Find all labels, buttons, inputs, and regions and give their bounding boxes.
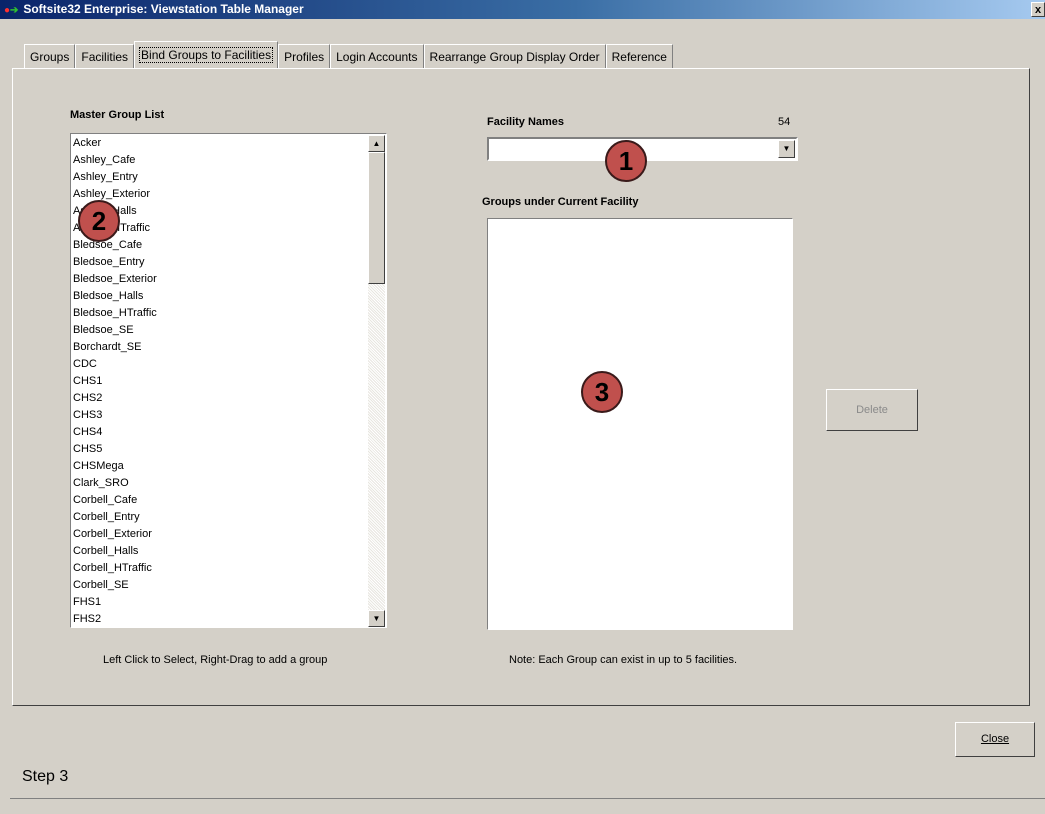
list-item[interactable]: FHS1 xyxy=(73,594,368,611)
master-group-items: Acker Ashley_Cafe Ashley_Entry Ashley_Exter… xyxy=(73,135,368,627)
facility-count: 54 xyxy=(778,116,791,128)
tab-groups[interactable]: Groups xyxy=(24,44,76,68)
scroll-down-button[interactable]: ▼ xyxy=(368,610,385,627)
tab-strip: Groups Facilities Bind Groups to Facilit… xyxy=(24,41,673,68)
title-bar: ●➔ Softsite32 Enterprise: Viewstation Ta… xyxy=(0,0,1045,19)
master-list-scrollbar[interactable]: ▲ ▼ xyxy=(368,135,385,627)
list-item[interactable]: CHS4 xyxy=(73,424,368,441)
close-button-label: Close xyxy=(980,733,1010,745)
scroll-up-button[interactable]: ▲ xyxy=(368,135,385,152)
tab-login-accounts[interactable]: Login Accounts xyxy=(330,44,424,68)
list-item[interactable]: CHSMega xyxy=(73,458,368,475)
master-group-listbox[interactable]: Acker Ashley_Cafe Ashley_Entry Ashley_Exter… xyxy=(70,133,387,628)
list-item[interactable]: Bledsoe_Exterior xyxy=(73,271,368,288)
list-item[interactable]: Bledsoe_HTraffic xyxy=(73,305,368,322)
tab-bind-groups-to-facilities[interactable]: Bind Groups to Facilities xyxy=(134,41,279,68)
master-group-list-label: Master Group List xyxy=(70,109,165,121)
callout-badge-1: 1 xyxy=(605,140,647,182)
delete-button[interactable]: Delete xyxy=(826,389,918,431)
list-item[interactable]: CHS2 xyxy=(73,390,368,407)
list-item[interactable]: Corbell_SE xyxy=(73,577,368,594)
list-item[interactable]: CHS3 xyxy=(73,407,368,424)
app-icon: ●➔ xyxy=(4,5,19,16)
list-item[interactable]: Ashley_Entry xyxy=(73,169,368,186)
list-item[interactable]: Ashley_Exterior xyxy=(73,186,368,203)
list-item[interactable]: CHS5 xyxy=(73,441,368,458)
list-item[interactable]: Bledsoe_SE xyxy=(73,322,368,339)
master-list-hint: Left Click to Select, Right-Drag to add … xyxy=(103,654,328,666)
list-item[interactable]: Corbell_Cafe xyxy=(73,492,368,509)
scroll-thumb[interactable] xyxy=(368,152,385,284)
groups-under-facility-listbox[interactable] xyxy=(487,218,793,630)
list-item[interactable]: Bledsoe_Entry xyxy=(73,254,368,271)
list-item[interactable]: Borchardt_SE xyxy=(73,339,368,356)
tab-reference[interactable]: Reference xyxy=(605,44,673,68)
chevron-down-icon[interactable]: ▼ xyxy=(778,140,795,158)
tab-profiles[interactable]: Profiles xyxy=(278,44,331,68)
list-item[interactable]: Acker xyxy=(73,135,368,152)
list-item[interactable]: Clark_SRO xyxy=(73,475,368,492)
list-item[interactable]: CHS1 xyxy=(73,373,368,390)
status-bar xyxy=(10,798,1045,814)
close-button[interactable]: Close xyxy=(955,722,1035,757)
list-item[interactable]: Corbell_HTraffic xyxy=(73,560,368,577)
step-label: Step 3 xyxy=(22,768,69,785)
callout-badge-2: 2 xyxy=(78,200,120,242)
groups-note: Note: Each Group can exist in up to 5 fa… xyxy=(509,654,738,666)
groups-under-facility-label: Groups under Current Facility xyxy=(482,196,639,208)
list-item[interactable]: Corbell_Entry xyxy=(73,509,368,526)
list-item[interactable]: Ashley_Cafe xyxy=(73,152,368,169)
window-title: Softsite32 Enterprise: Viewstation Table… xyxy=(23,2,304,16)
callout-badge-3: 3 xyxy=(581,371,623,413)
list-item[interactable]: Bledsoe_Cafe xyxy=(73,237,368,254)
close-window-button[interactable]: x xyxy=(1031,2,1045,17)
facility-names-label: Facility Names xyxy=(487,116,565,128)
list-item[interactable]: Bledsoe_Halls xyxy=(73,288,368,305)
tab-facilities[interactable]: Facilities xyxy=(75,44,135,68)
list-item[interactable]: Corbell_Halls xyxy=(73,543,368,560)
list-item[interactable]: FHS2 xyxy=(73,611,368,627)
list-item[interactable]: Corbell_Exterior xyxy=(73,526,368,543)
tab-rearrange-group-display-order[interactable]: Rearrange Group Display Order xyxy=(423,44,606,68)
list-item[interactable]: CDC xyxy=(73,356,368,373)
